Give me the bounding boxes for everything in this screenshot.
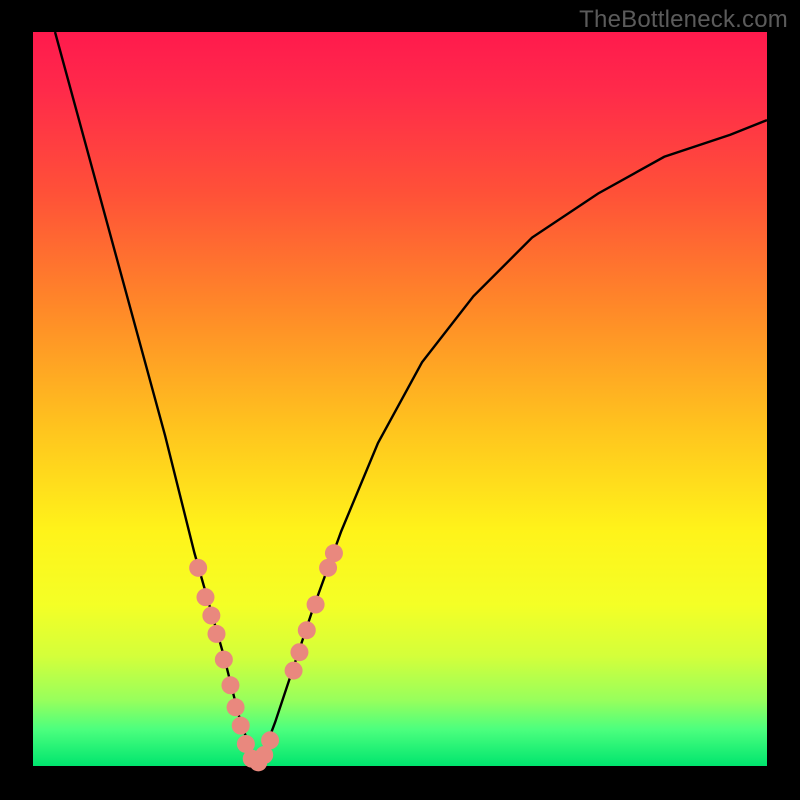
highlight-dot	[189, 559, 207, 577]
highlight-dot	[227, 698, 245, 716]
highlight-dot	[298, 621, 316, 639]
highlight-dot	[196, 588, 214, 606]
highlight-dot	[285, 662, 303, 680]
chart-frame: TheBottleneck.com	[0, 0, 800, 800]
highlight-dot	[215, 651, 233, 669]
plot-area	[33, 32, 767, 766]
highlight-dot	[208, 625, 226, 643]
highlight-dot	[261, 731, 279, 749]
highlight-dot	[202, 607, 220, 625]
bottleneck-curve	[55, 32, 767, 762]
highlight-dots	[189, 544, 343, 771]
curve-svg	[33, 32, 767, 766]
highlight-dot	[221, 676, 239, 694]
highlight-dot	[290, 643, 308, 661]
watermark-text: TheBottleneck.com	[579, 6, 788, 34]
highlight-dot	[325, 544, 343, 562]
highlight-dot	[232, 717, 250, 735]
highlight-dot	[307, 596, 325, 614]
